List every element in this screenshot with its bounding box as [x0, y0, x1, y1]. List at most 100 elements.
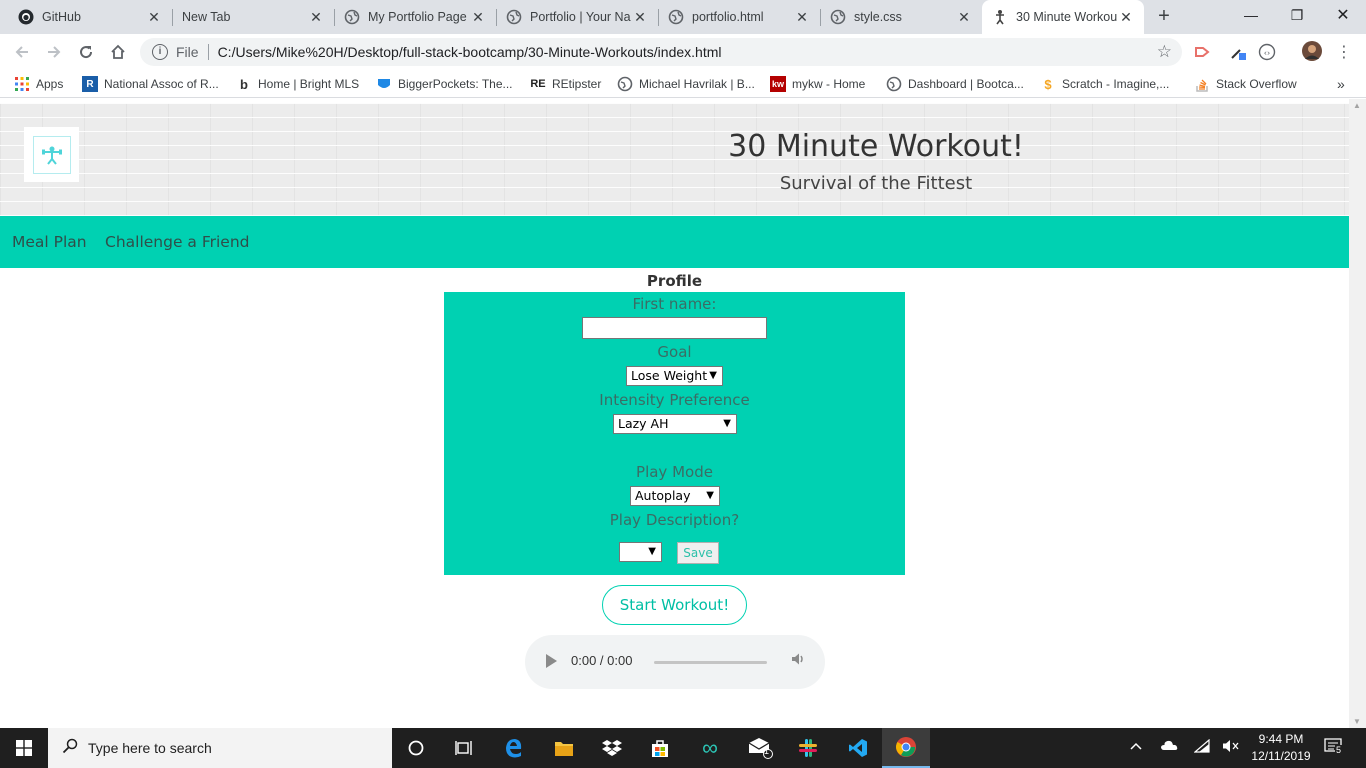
strongman-icon: [41, 146, 62, 165]
mail-icon[interactable]: 1: [736, 728, 784, 768]
close-icon[interactable]: ✕: [470, 9, 486, 26]
nav-meal-plan[interactable]: Meal Plan: [12, 233, 87, 251]
first-name-field[interactable]: [582, 317, 767, 339]
audio-progress-slider[interactable]: [654, 661, 767, 664]
globe-icon: [344, 9, 360, 25]
tab-30-minute-workout[interactable]: 30 Minute Workou ✕: [982, 0, 1144, 34]
profile-form: First name: Goal Lose Weight ▼ Intensity…: [444, 292, 905, 575]
file-explorer-icon[interactable]: [540, 728, 588, 768]
extension-code-icon[interactable]: ‹›: [1257, 42, 1277, 62]
task-view-icon[interactable]: [440, 728, 488, 768]
site-nav: Meal Plan Challenge a Friend: [0, 216, 1349, 268]
close-icon[interactable]: ✕: [632, 9, 648, 26]
play-mode-select[interactable]: Autoplay ▼: [630, 486, 720, 506]
goal-select[interactable]: Lose Weight ▼: [626, 366, 723, 386]
bookmark-label: mykw - Home: [792, 77, 866, 91]
restore-button[interactable]: ❐: [1274, 0, 1320, 30]
globe-icon: [617, 76, 633, 92]
wifi-icon[interactable]: [1193, 738, 1210, 756]
bookmark-michael-havrilak[interactable]: Michael Havrilak | B...: [617, 75, 755, 93]
taskbar-clock[interactable]: 9:44 PM 12/11/2019: [1244, 731, 1318, 765]
minimize-button[interactable]: —: [1228, 0, 1274, 30]
start-workout-button[interactable]: Start Workout!: [602, 585, 747, 625]
menu-kebab-icon[interactable]: ⋮: [1334, 42, 1354, 62]
biggerpockets-icon: [376, 76, 392, 92]
tab-github[interactable]: GitHub ✕: [8, 0, 172, 34]
onedrive-icon[interactable]: [1160, 739, 1178, 754]
close-icon[interactable]: ✕: [1118, 9, 1134, 26]
bookmark-apps[interactable]: Apps: [14, 75, 63, 93]
bright-mls-icon: b: [240, 76, 248, 92]
windows-start-icon[interactable]: [0, 728, 48, 768]
page-scrollbar[interactable]: ▲ ▼: [1349, 99, 1366, 728]
scroll-up-icon[interactable]: ▲: [1353, 101, 1361, 110]
apps-grid-icon: [14, 76, 30, 92]
store-icon[interactable]: [636, 728, 684, 768]
bookmark-scratch[interactable]: $ Scratch - Imagine,...: [1040, 75, 1169, 93]
avatar[interactable]: [1302, 41, 1322, 61]
play-mode-label: Play Mode: [636, 463, 713, 481]
taskbar-search-box[interactable]: Type here to search: [48, 728, 392, 768]
tab-title: New Tab: [182, 10, 231, 24]
browser-tab-strip: GitHub ✕ New Tab ✕ My Portfolio Page ✕ P…: [0, 0, 1366, 34]
dropbox-icon[interactable]: [588, 728, 636, 768]
infinity-app-icon[interactable]: ∞: [686, 728, 734, 768]
chrome-icon[interactable]: [882, 728, 930, 768]
bookmark-mykw[interactable]: kw mykw - Home: [770, 75, 865, 93]
workout-favicon: [992, 9, 1008, 25]
intensity-select[interactable]: Lazy AH ▼: [613, 414, 737, 434]
save-button[interactable]: Save: [677, 542, 719, 564]
close-icon[interactable]: ✕: [308, 9, 324, 26]
bookmark-nar[interactable]: R National Assoc of R...: [82, 75, 219, 93]
window-close-button[interactable]: ✕: [1320, 0, 1366, 30]
globe-icon: [886, 76, 902, 92]
tab-title: My Portfolio Page: [368, 10, 467, 24]
bookmark-label: BiggerPockets: The...: [398, 77, 513, 91]
tray-chevron-up-icon[interactable]: [1130, 739, 1142, 754]
bookmark-star-icon[interactable]: ☆: [1157, 42, 1172, 62]
bookmark-biggerpockets[interactable]: BiggerPockets: The...: [376, 75, 513, 93]
back-icon[interactable]: [10, 40, 34, 64]
scheme-label: File: [176, 44, 199, 60]
cortana-icon[interactable]: [392, 728, 440, 768]
tab-new-tab[interactable]: New Tab ✕: [172, 0, 334, 34]
bookmark-label: Stack Overflow: [1216, 77, 1297, 91]
bookmark-stack-overflow[interactable]: Stack Overflow: [1194, 75, 1297, 93]
goal-label: Goal: [657, 343, 692, 361]
close-icon[interactable]: ✕: [794, 9, 810, 26]
bookmark-label: National Assoc of R...: [104, 77, 219, 91]
vscode-icon[interactable]: [834, 728, 882, 768]
edge-icon[interactable]: [490, 728, 538, 768]
volume-muted-icon[interactable]: [1222, 739, 1240, 756]
url-text[interactable]: C:/Users/Mike%20H/Desktop/full-stack-boo…: [218, 44, 722, 60]
nav-challenge-a-friend[interactable]: Challenge a Friend: [105, 233, 250, 251]
tab-style-css[interactable]: style.css ✕: [820, 0, 982, 34]
home-icon[interactable]: [106, 40, 130, 64]
notifications-icon[interactable]: 5: [1324, 738, 1344, 759]
address-bar[interactable]: i File C:/Users/Mike%20H/Desktop/full-st…: [140, 38, 1182, 66]
bookmark-dashboard-bootcamp[interactable]: Dashboard | Bootca...: [886, 75, 1024, 93]
bookmark-label: Scratch - Imagine,...: [1062, 77, 1170, 91]
bookmark-label: Home | Bright MLS: [258, 77, 360, 91]
info-icon[interactable]: i: [152, 44, 168, 60]
tab-my-portfolio[interactable]: My Portfolio Page ✕: [334, 0, 496, 34]
slack-icon[interactable]: [784, 728, 832, 768]
close-icon[interactable]: ✕: [956, 9, 972, 26]
bookmark-label: Dashboard | Bootca...: [908, 77, 1024, 91]
play-icon[interactable]: [546, 654, 557, 668]
tab-portfolio-html[interactable]: portfolio.html ✕: [658, 0, 820, 34]
scroll-down-icon[interactable]: ▼: [1353, 717, 1361, 726]
extension-cast-icon[interactable]: [1192, 42, 1212, 62]
close-icon[interactable]: ✕: [146, 9, 162, 26]
play-description-select[interactable]: ▼: [619, 542, 662, 562]
reload-icon[interactable]: [74, 40, 98, 64]
new-tab-button[interactable]: +: [1152, 6, 1176, 28]
bookmarks-overflow-icon[interactable]: »: [1337, 75, 1345, 93]
tab-portfolio-your-name[interactable]: Portfolio | Your Na ✕: [496, 0, 658, 34]
forward-icon[interactable]: [42, 40, 66, 64]
bookmark-bright-mls[interactable]: b Home | Bright MLS: [236, 75, 359, 93]
bookmarks-bar: Apps R National Assoc of R... b Home | B…: [0, 70, 1366, 98]
extension-eyedropper-icon[interactable]: [1228, 42, 1248, 62]
volume-icon[interactable]: [791, 652, 805, 670]
bookmark-retipster[interactable]: RE REtipster: [530, 75, 601, 93]
